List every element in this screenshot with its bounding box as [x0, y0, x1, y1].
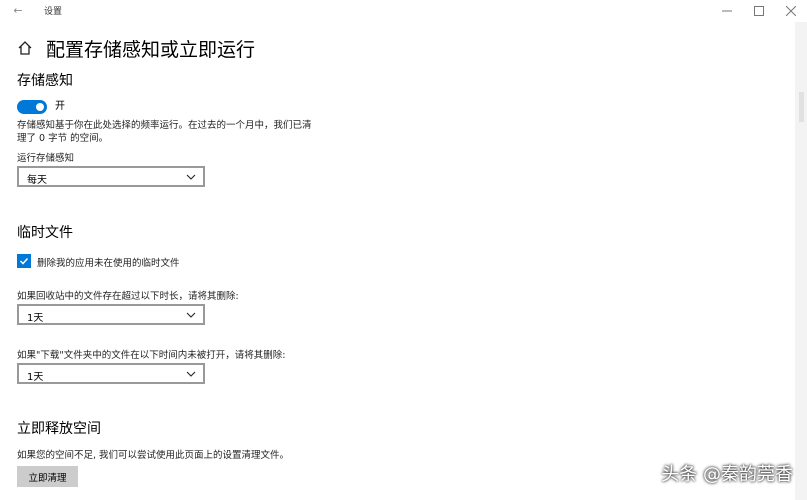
page-title: 配置存储感知或立即运行	[46, 38, 256, 61]
minimize-button[interactable]	[711, 0, 743, 22]
minimize-icon	[722, 10, 732, 12]
chevron-down-icon	[186, 371, 196, 377]
temp-files-title: 临时文件	[17, 225, 73, 241]
free-space-title: 立即释放空间	[17, 421, 101, 437]
delete-temp-files-checkbox[interactable]	[17, 254, 31, 268]
toggle-state-label: 开	[55, 101, 65, 112]
maximize-button[interactable]	[743, 0, 775, 22]
delete-temp-files-label: 删除我的应用未在使用的临时文件	[37, 258, 180, 269]
recycle-bin-label: 如果回收站中的文件存在超过以下时长，请将其删除:	[17, 291, 239, 302]
maximize-icon	[754, 6, 764, 16]
chevron-down-icon	[186, 174, 196, 180]
scrollbar[interactable]	[795, 22, 807, 500]
storage-sense-toggle[interactable]	[17, 100, 47, 114]
close-icon	[786, 6, 796, 16]
storage-sense-title: 存储感知	[17, 73, 73, 89]
page-header: 配置存储感知或立即运行	[16, 35, 255, 61]
dropdown-selected-value: 1天	[27, 372, 44, 383]
dropdown-selected-value: 每天	[27, 175, 47, 186]
storage-sense-description-line1: 存储感知基于你在此处选择的频率运行。在过去的一个月中，我们已清	[17, 120, 312, 131]
run-frequency-dropdown[interactable]: 每天	[17, 166, 205, 187]
window-controls	[711, 0, 807, 22]
downloads-label: 如果"下载"文件夹中的文件在以下时间内未被打开，请将其删除:	[17, 350, 286, 361]
close-button[interactable]	[775, 0, 807, 22]
free-space-description: 如果您的空间不足, 我们可以尝试使用此页面上的设置清理文件。	[17, 450, 290, 461]
back-arrow-icon: ←	[13, 4, 23, 17]
clean-now-button[interactable]: 立即清理	[17, 466, 78, 487]
window-title: 设置	[44, 7, 63, 17]
dropdown-selected-value: 1天	[27, 313, 44, 324]
toggle-knob	[36, 103, 44, 111]
storage-sense-description-line2: 理了 0 字节 的空间。	[17, 133, 109, 144]
chevron-down-icon	[186, 312, 196, 318]
scrollbar-thumb[interactable]	[799, 92, 804, 122]
run-storage-sense-label: 运行存储感知	[17, 153, 75, 164]
recycle-bin-dropdown[interactable]: 1天	[17, 304, 205, 325]
watermark: 头条 @秦韵莞香	[661, 464, 793, 485]
downloads-dropdown[interactable]: 1天	[17, 363, 205, 384]
back-button[interactable]: ←	[8, 2, 28, 20]
title-bar: ← 设置	[0, 0, 807, 22]
checkmark-icon	[19, 257, 29, 265]
home-icon[interactable]	[16, 39, 34, 57]
